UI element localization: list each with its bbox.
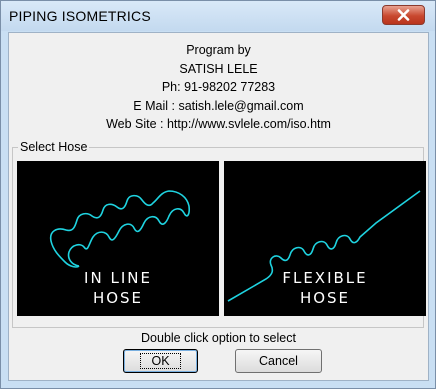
title-bar[interactable]: PIPING ISOMETRICS (1, 1, 435, 31)
dialog-client-area: Program by SATISH LELE Ph: 91-98202 7728… (8, 32, 429, 381)
info-website: Web Site : http://www.svlele.com/iso.htm (106, 117, 331, 131)
inline-hose-curve (49, 190, 190, 268)
close-button[interactable] (382, 5, 425, 25)
window-title: PIPING ISOMETRICS (9, 8, 151, 24)
flexible-hose-label-line2: HOSE (299, 289, 351, 307)
dialog-window: PIPING ISOMETRICS Program by SATISH LELE… (0, 0, 436, 389)
info-email: E Mail : satish.lele@gmail.com (133, 98, 304, 113)
cancel-button[interactable]: Cancel (235, 349, 322, 373)
flexible-hose-option[interactable]: FLEXIBLE HOSE (224, 161, 426, 316)
selection-hint: Double click option to select (141, 331, 296, 345)
info-phone: Ph: 91-98202 77283 (161, 80, 276, 94)
inline-hose-label-line1: IN LINE (84, 269, 152, 287)
program-info: Program by SATISH LELE Ph: 91-98202 7728… (9, 41, 428, 134)
info-program-by: Program by (186, 43, 251, 57)
select-hose-group: Select Hose IN LINE HOSE FLEXIBLE HOSE (12, 140, 426, 328)
inline-hose-label-line2: HOSE (92, 289, 144, 307)
inline-hose-option[interactable]: IN LINE HOSE (17, 161, 219, 316)
ok-button-label: OK (140, 353, 181, 369)
group-label: Select Hose (18, 140, 90, 154)
close-icon (397, 9, 410, 21)
ok-button[interactable]: OK (123, 349, 198, 373)
info-author: SATISH LELE (179, 61, 258, 76)
flexible-hose-label-line1: FLEXIBLE (282, 269, 368, 287)
